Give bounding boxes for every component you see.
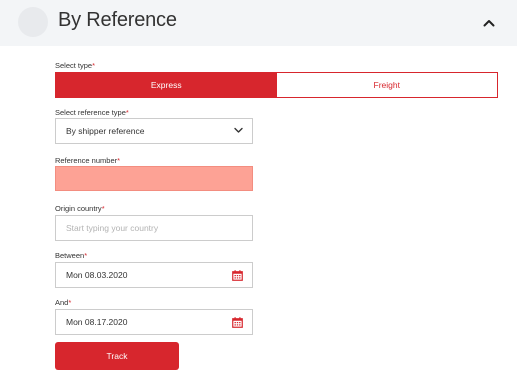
select-type-toggle: Express Freight (55, 72, 498, 98)
and-date-field[interactable]: Mon 08.17.2020 (55, 309, 253, 335)
origin-country-input[interactable]: Start typing your country (55, 215, 253, 241)
select-type-label: Select type* (55, 61, 96, 70)
reference-number-input[interactable] (55, 166, 253, 191)
freight-option[interactable]: Freight (276, 73, 497, 97)
between-label: Between* (55, 251, 88, 260)
collapse-button[interactable] (478, 13, 500, 33)
track-button[interactable]: Track (55, 342, 179, 370)
between-date-field[interactable]: Mon 08.03.2020 (55, 262, 253, 288)
express-option[interactable]: Express (56, 73, 277, 97)
and-label: And* (55, 298, 72, 307)
chevron-down-icon (234, 127, 243, 133)
chevron-up-icon (483, 20, 495, 27)
section-title: By Reference (58, 9, 177, 31)
reference-type-label: Select reference type* (55, 108, 129, 117)
reference-type-value: By shipper reference (66, 126, 145, 136)
and-date-value: Mon 08.17.2020 (66, 317, 128, 327)
section-header: By Reference (0, 0, 517, 46)
origin-country-label: Origin country* (55, 204, 105, 213)
origin-country-placeholder: Start typing your country (66, 223, 159, 233)
calendar-icon[interactable] (232, 270, 243, 281)
between-date-value: Mon 08.03.2020 (66, 270, 128, 280)
reference-number-label: Reference number* (55, 156, 121, 165)
section-icon-placeholder (18, 7, 48, 37)
reference-type-select[interactable]: By shipper reference (55, 118, 253, 144)
calendar-icon[interactable] (232, 317, 243, 328)
